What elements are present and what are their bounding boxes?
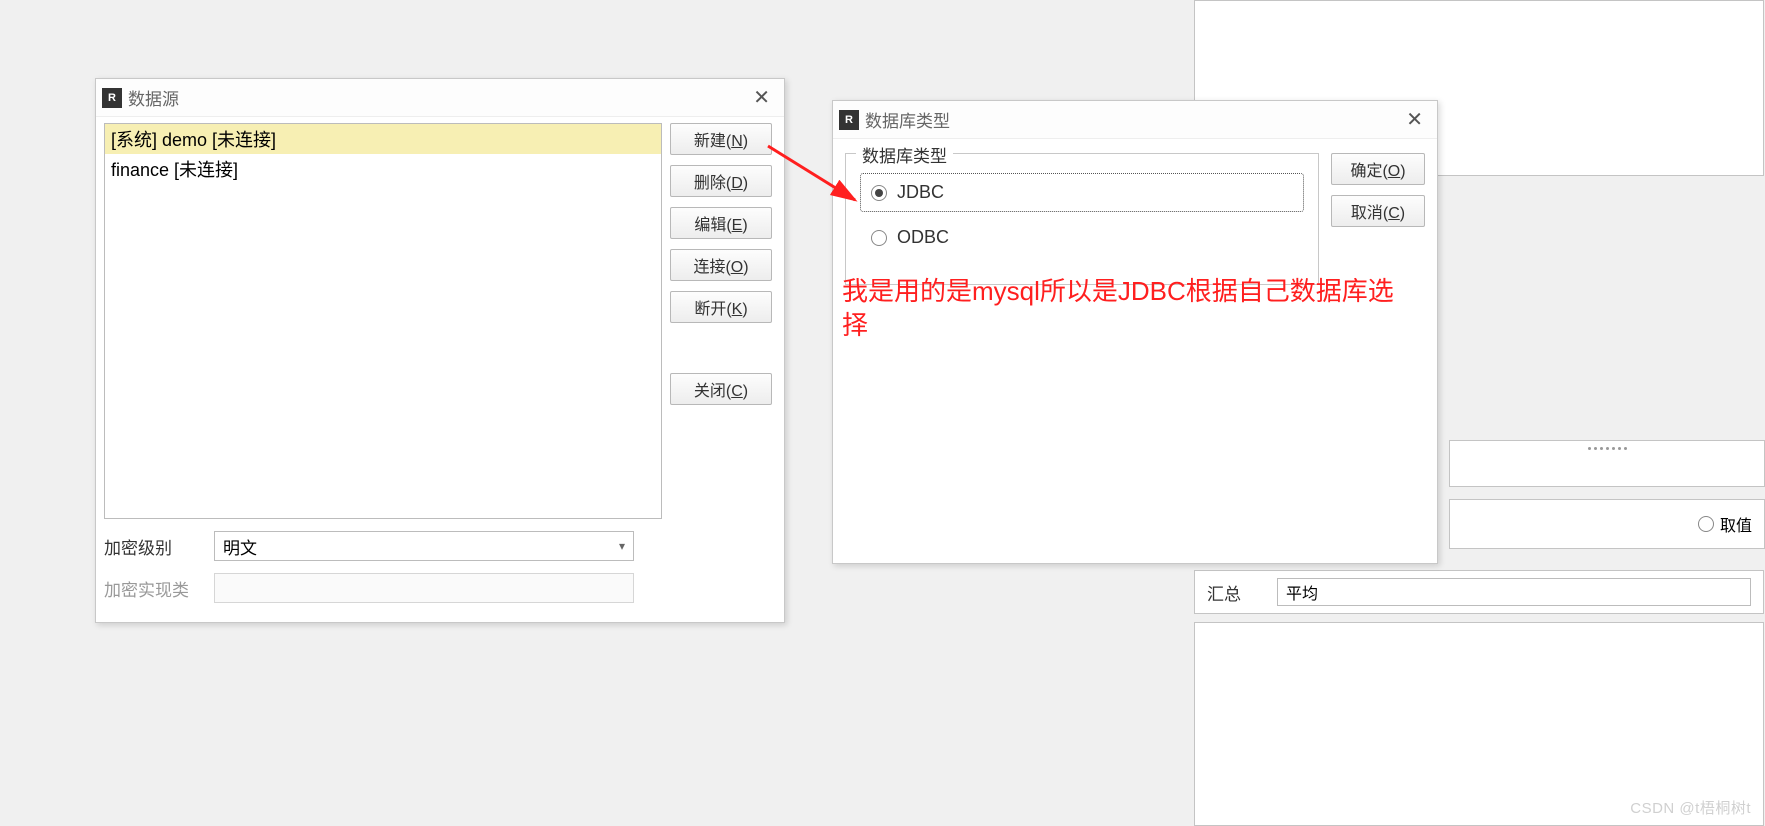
radio-label: ODBC — [897, 227, 949, 248]
list-item[interactable]: [系统] demo [未连接] — [105, 124, 661, 154]
getval-label: 取值 — [1720, 512, 1752, 536]
watermark: CSDN @t梧桐树t — [1630, 797, 1751, 818]
delete-button[interactable]: 删除(D) — [670, 165, 772, 197]
titlebar: 数据库类型 ✕ — [833, 101, 1437, 139]
summary-combo[interactable]: 平均 — [1277, 578, 1751, 606]
datasource-dialog: 数据源 ✕ [系统] demo [未连接] finance [未连接] 新建(N… — [95, 78, 785, 623]
disconnect-button[interactable]: 断开(K) — [670, 291, 772, 323]
grip-dots — [1452, 447, 1762, 455]
app-icon — [839, 110, 859, 130]
close-icon[interactable]: ✕ — [1400, 110, 1429, 130]
chevron-down-icon: ▾ — [619, 539, 625, 553]
summary-combo-value: 平均 — [1286, 580, 1318, 604]
cancel-button[interactable]: 取消(C) — [1331, 195, 1425, 227]
radio-jdbc[interactable]: JDBC — [861, 174, 1303, 211]
combo-value: 明文 — [223, 534, 257, 559]
dialog-title: 数据源 — [128, 85, 747, 110]
radio-odbc[interactable]: ODBC — [861, 219, 1303, 256]
list-item[interactable]: finance [未连接] — [105, 154, 661, 184]
bg-panel-getval: 取值 — [1449, 499, 1765, 549]
encrypt-level-combo[interactable]: 明文 ▾ — [214, 531, 634, 561]
close-icon[interactable]: ✕ — [747, 88, 776, 108]
fieldset-legend: 数据库类型 — [856, 142, 953, 167]
app-icon — [102, 88, 122, 108]
getval-radio[interactable]: 取值 — [1698, 512, 1752, 536]
bg-panel-summary: 汇总 平均 — [1194, 570, 1764, 614]
encrypt-impl-input — [214, 573, 634, 603]
dbtype-fieldset: 数据库类型 JDBC ODBC — [845, 153, 1319, 285]
datasource-list[interactable]: [系统] demo [未连接] finance [未连接] — [104, 123, 662, 519]
ok-button[interactable]: 确定(O) — [1331, 153, 1425, 185]
titlebar: 数据源 ✕ — [96, 79, 784, 117]
bg-panel-bottom — [1194, 622, 1764, 826]
encrypt-impl-label: 加密实现类 — [104, 576, 214, 601]
encrypt-level-label: 加密级别 — [104, 534, 214, 559]
new-button[interactable]: 新建(N) — [670, 123, 772, 155]
radio-icon — [871, 230, 887, 246]
connect-button[interactable]: 连接(O) — [670, 249, 772, 281]
radio-icon — [1698, 516, 1714, 532]
dialog-title: 数据库类型 — [865, 107, 1400, 132]
close-button[interactable]: 关闭(C) — [670, 373, 772, 405]
radio-icon — [871, 185, 887, 201]
summary-label: 汇总 — [1207, 580, 1257, 605]
edit-button[interactable]: 编辑(E) — [670, 207, 772, 239]
annotation-text: 我是用的是mysql所以是JDBC根据自己数据库选择 — [842, 275, 1412, 343]
radio-label: JDBC — [897, 182, 944, 203]
